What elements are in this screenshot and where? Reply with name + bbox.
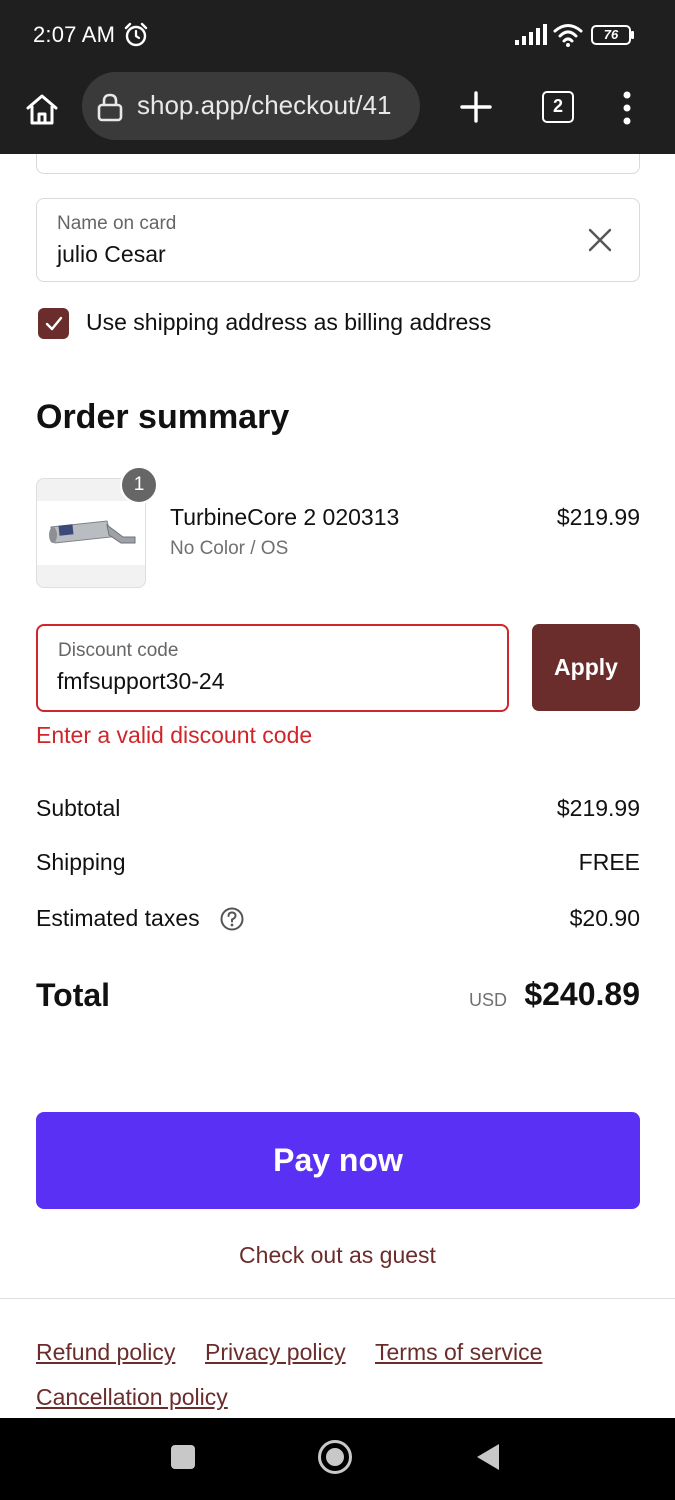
alarm-icon xyxy=(124,22,148,47)
name-on-card-value[interactable]: julio Cesar xyxy=(57,241,166,268)
system-nav-bar xyxy=(0,1418,675,1500)
discount-code-label: Discount code xyxy=(58,640,179,661)
shipping-value: FREE xyxy=(578,849,640,875)
apply-discount-button[interactable]: Apply xyxy=(532,624,640,711)
help-icon[interactable] xyxy=(219,906,245,932)
name-on-card-field[interactable]: Name on card julio Cesar xyxy=(36,198,640,282)
product-price: $219.99 xyxy=(556,504,640,530)
product-variant: No Color / OS xyxy=(170,538,289,559)
url-bar[interactable]: shop.app/checkout/41 xyxy=(82,72,420,140)
tab-switcher-button[interactable]: 2 xyxy=(542,91,574,123)
estimated-taxes-label: Estimated taxes xyxy=(36,905,200,931)
nav-home-icon[interactable] xyxy=(317,1439,353,1475)
previous-input-field[interactable] xyxy=(36,154,640,174)
signal-icon xyxy=(515,24,547,45)
plus-icon[interactable] xyxy=(458,89,494,125)
shipping-label: Shipping xyxy=(36,849,126,875)
url-text[interactable]: shop.app/checkout/41 xyxy=(137,90,412,122)
privacy-policy-link[interactable]: Privacy policy xyxy=(205,1339,346,1366)
subtotal-label: Subtotal xyxy=(36,795,121,821)
terms-of-service-link[interactable]: Terms of service xyxy=(375,1339,542,1366)
subtotal-value: $219.99 xyxy=(556,795,640,821)
status-time: 2:07 AM xyxy=(33,22,116,47)
wifi-icon xyxy=(553,24,583,47)
total-currency: USD xyxy=(469,990,508,1010)
status-bar: 2:07 AM 76 xyxy=(0,0,675,72)
name-on-card-label: Name on card xyxy=(57,213,177,234)
cancellation-policy-link[interactable]: Cancellation policy xyxy=(36,1384,228,1411)
pay-now-button[interactable]: Pay now xyxy=(36,1112,640,1209)
discount-error-message: Enter a valid discount code xyxy=(36,722,313,748)
recent-apps-icon[interactable] xyxy=(171,1445,195,1469)
billing-address-label[interactable]: Use shipping address as billing address xyxy=(86,309,491,336)
browser-toolbar: shop.app/checkout/41 2 xyxy=(0,72,675,154)
discount-code-field[interactable]: Discount code fmfsupport30-24 xyxy=(36,624,509,712)
more-vert-icon[interactable] xyxy=(612,89,642,127)
home-icon[interactable] xyxy=(22,89,62,129)
clear-icon[interactable] xyxy=(585,225,615,255)
footer-divider xyxy=(0,1298,675,1299)
refund-policy-link[interactable]: Refund policy xyxy=(36,1339,175,1366)
lock-icon xyxy=(97,93,123,122)
total-label: Total xyxy=(36,977,111,1013)
checkmark-icon xyxy=(45,316,63,331)
nav-back-icon[interactable] xyxy=(474,1442,502,1472)
total-value: $240.89 xyxy=(524,976,640,1012)
checkout-content: Name on card julio Cesar Use shipping ad… xyxy=(0,154,675,1418)
checkout-as-guest-link[interactable]: Check out as guest xyxy=(0,1242,675,1269)
product-name: TurbineCore 2 020313 xyxy=(170,504,400,530)
battery-level: 76 xyxy=(603,27,619,42)
estimated-taxes-value: $20.90 xyxy=(569,905,640,931)
discount-code-value[interactable]: fmfsupport30-24 xyxy=(57,668,224,695)
billing-address-checkbox[interactable] xyxy=(38,308,69,339)
order-summary-title: Order summary xyxy=(36,398,290,436)
quantity-badge: 1 xyxy=(120,466,158,504)
